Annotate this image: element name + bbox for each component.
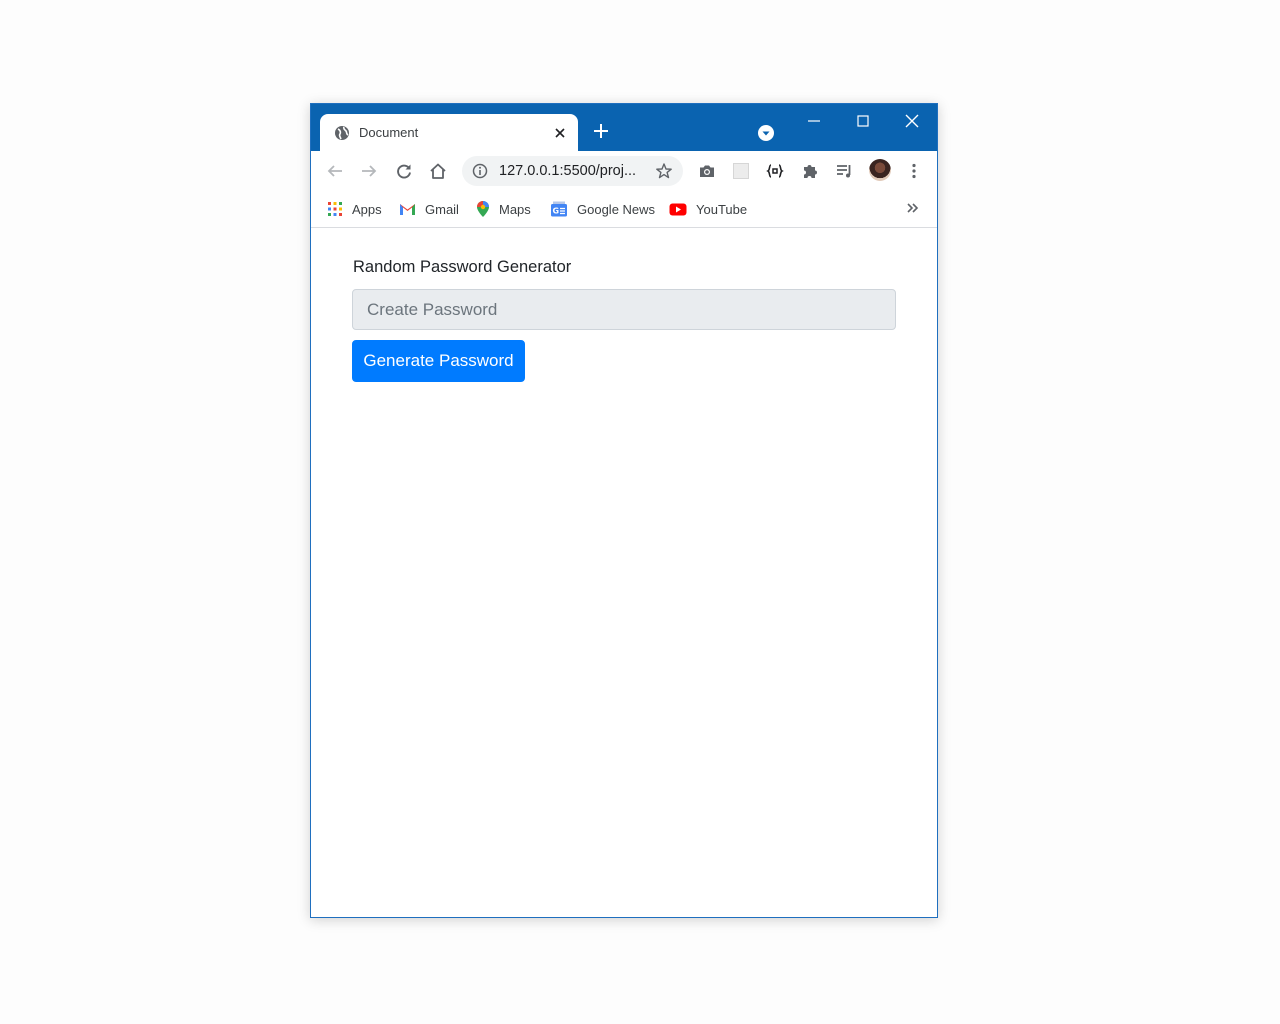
forward-arrow-icon[interactable]: [360, 162, 378, 180]
page-title: Random Password Generator: [353, 258, 572, 276]
extensions-puzzle-icon[interactable]: [801, 162, 819, 180]
bookmark-youtube[interactable]: YouTube: [669, 200, 747, 218]
reload-icon[interactable]: [395, 162, 413, 180]
bookmark-label: Maps: [499, 201, 531, 217]
browser-window: Document 127.0.0.1:5500/proj... Apps Gma…: [310, 103, 938, 918]
home-icon[interactable]: [429, 162, 447, 180]
apps-grid-icon: [328, 202, 342, 216]
youtube-icon: [669, 203, 687, 215]
close-window-icon[interactable]: [903, 112, 921, 130]
tab-document[interactable]: Document: [320, 114, 578, 152]
maps-pin-icon: [477, 201, 489, 217]
globe-icon: [335, 126, 349, 140]
back-arrow-icon[interactable]: [326, 162, 344, 180]
maximize-icon[interactable]: [854, 112, 872, 130]
code-braces-icon[interactable]: [766, 162, 784, 180]
page-content: Random Password Generator Generate Passw…: [311, 228, 937, 917]
bookmark-google-news[interactable]: G Google News: [550, 200, 655, 218]
menu-kebab-icon[interactable]: [905, 162, 923, 180]
extension-placeholder-icon[interactable]: [732, 162, 750, 180]
generate-password-button[interactable]: Generate Password: [352, 340, 525, 382]
google-news-icon: G: [551, 201, 567, 217]
bookmark-label: Apps: [352, 201, 382, 217]
bookmark-apps[interactable]: Apps: [327, 200, 382, 218]
tab-title: Document: [359, 125, 419, 140]
profile-avatar[interactable]: [869, 159, 891, 181]
toolbar: 127.0.0.1:5500/proj...: [311, 151, 937, 191]
tab-search-icon[interactable]: [757, 124, 775, 142]
address-bar[interactable]: 127.0.0.1:5500/proj...: [462, 156, 683, 186]
svg-text:G: G: [553, 207, 560, 216]
gmail-icon: [400, 204, 415, 215]
bookmark-label: YouTube: [696, 201, 748, 217]
camera-icon[interactable]: [698, 162, 716, 180]
address-url: 127.0.0.1:5500/proj...: [499, 163, 637, 179]
bookmarks-bar: Apps Gmail Maps G Google News YouTube: [311, 191, 937, 228]
bookmark-maps[interactable]: Maps: [476, 200, 531, 218]
chevron-double-right-icon[interactable]: [905, 200, 921, 216]
bookmark-star-icon[interactable]: [655, 162, 673, 180]
password-input[interactable]: [352, 289, 896, 330]
info-icon[interactable]: [472, 163, 488, 179]
minimize-icon[interactable]: [805, 112, 823, 130]
new-tab-icon[interactable]: [592, 122, 610, 140]
bookmark-label: Google News: [577, 201, 656, 217]
media-queue-icon[interactable]: [835, 162, 853, 180]
title-bar: Document: [311, 104, 937, 152]
bookmark-gmail[interactable]: Gmail: [399, 200, 459, 218]
bookmark-label: Gmail: [425, 201, 459, 217]
close-tab-icon[interactable]: [552, 125, 568, 141]
